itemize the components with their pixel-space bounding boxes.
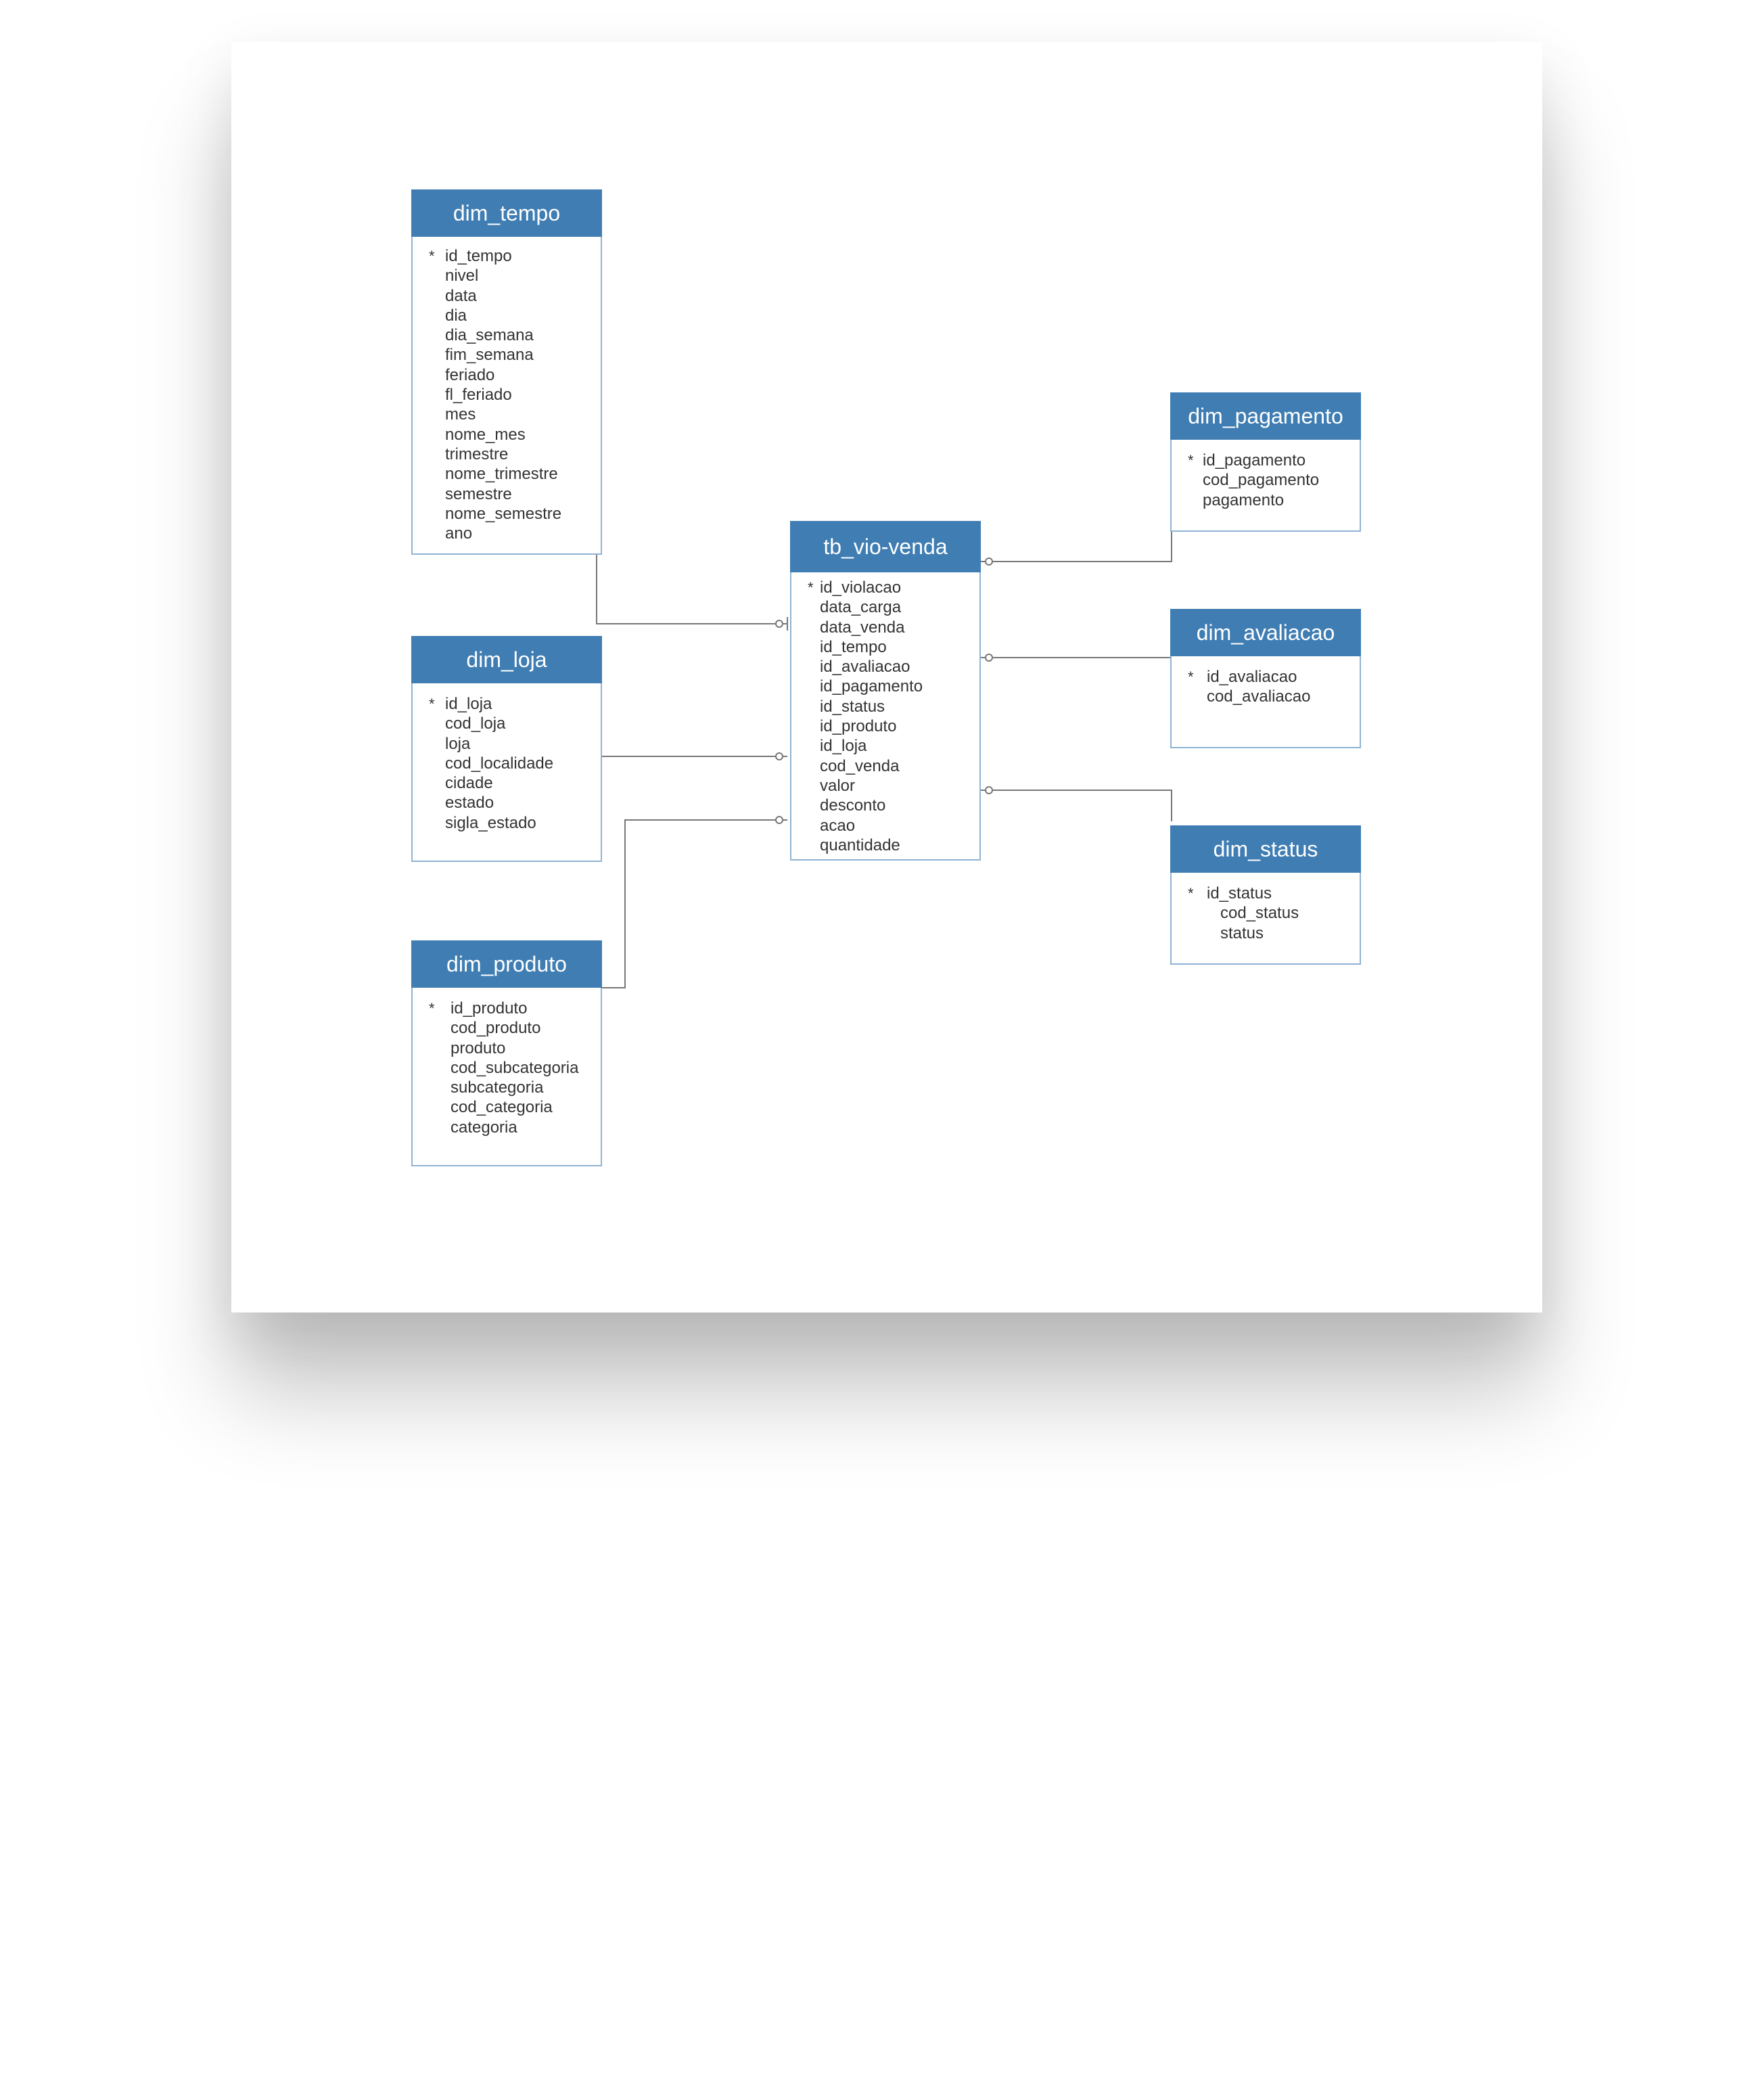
attribute: id_violacao: [820, 578, 902, 597]
link-dim-status-optional: [985, 786, 993, 794]
attribute: nome_mes: [445, 425, 526, 444]
attribute: cidade: [445, 774, 493, 793]
attribute: cod_status: [1220, 904, 1299, 923]
diagram-canvas: dim_tempo * id_tempo nivel data dia dia_…: [231, 42, 1542, 1312]
link-dim-produto-optional: [775, 816, 783, 824]
entity-attributes: * id_violacao data_carga data_venda id_t…: [791, 572, 979, 855]
attribute: id_tempo: [820, 637, 887, 656]
attribute: data_carga: [820, 598, 902, 617]
attribute: id_pagamento: [820, 677, 923, 696]
attribute: cod_subcategoria: [450, 1058, 579, 1077]
attribute: id_status: [820, 697, 885, 716]
entity-title: tb_vio-venda: [790, 521, 981, 572]
attribute: nivel: [445, 267, 479, 286]
attribute: cod_localidade: [445, 754, 554, 773]
attribute: desconto: [820, 796, 886, 815]
attribute: id_produto: [820, 717, 897, 736]
attribute: cod_categoria: [450, 1098, 553, 1117]
entity-attributes: * id_pagamento cod_pagamento pagamento: [1172, 440, 1360, 510]
attribute: cod_produto: [450, 1019, 541, 1038]
link-dim-loja-optional: [775, 752, 783, 760]
attribute: data: [445, 286, 477, 305]
attribute: cod_venda: [820, 756, 900, 775]
attribute: status: [1220, 923, 1264, 942]
attribute: subcategoria: [450, 1078, 544, 1097]
entity-attributes: * id_status cod_status status: [1172, 873, 1360, 943]
entity-title: dim_loja: [411, 636, 602, 683]
attribute: id_pagamento: [1203, 451, 1306, 470]
attribute: id_loja: [445, 695, 492, 713]
attribute: cod_avaliacao: [1207, 687, 1311, 706]
attribute: estado: [445, 794, 494, 813]
attribute: pagamento: [1203, 490, 1285, 509]
attribute: dia: [445, 306, 467, 325]
attribute: ano: [445, 524, 473, 543]
primary-key-marker: *: [429, 695, 435, 712]
attribute: fl_feriado: [445, 386, 512, 405]
link-dim-tempo-optional: [775, 620, 783, 628]
attribute: feriado: [445, 365, 495, 384]
primary-key-marker: *: [1188, 452, 1194, 469]
attribute: id_avaliacao: [820, 658, 910, 677]
entity-title: dim_tempo: [411, 189, 602, 237]
link-dim-pagamento-optional: [985, 557, 993, 566]
attribute: fim_semana: [445, 346, 534, 365]
attribute: nome_semestre: [445, 504, 562, 523]
entity-title: dim_pagamento: [1170, 392, 1361, 440]
primary-key-marker: *: [429, 1000, 435, 1017]
primary-key-marker: *: [808, 579, 814, 596]
link-dim-tempo: [596, 555, 787, 624]
attribute: acao: [820, 816, 856, 835]
link-dim-status: [981, 790, 1172, 821]
primary-key-marker: *: [1188, 668, 1194, 685]
attribute: id_loja: [820, 737, 867, 756]
attribute: data_venda: [820, 618, 905, 637]
entity-title: dim_status: [1170, 825, 1361, 873]
entity-attributes: * id_tempo nivel data dia dia_semana fim…: [413, 237, 601, 543]
entity-attributes: * id_avaliacao cod_avaliacao: [1172, 656, 1360, 707]
attribute: mes: [445, 405, 476, 424]
attribute: id_tempo: [445, 247, 512, 265]
attribute: sigla_estado: [445, 813, 536, 832]
entity-dim-status[interactable]: dim_status * id_status cod_status status: [1170, 825, 1361, 965]
link-dim-pagamento: [981, 529, 1172, 562]
attribute: semestre: [445, 484, 512, 503]
entity-dim-tempo[interactable]: dim_tempo * id_tempo nivel data dia dia_…: [411, 189, 602, 555]
attribute: cod_pagamento: [1203, 471, 1320, 490]
entity-attributes: * id_loja cod_loja loja cod_localidade c…: [413, 683, 601, 833]
attribute: trimestre: [445, 444, 509, 463]
entity-tb-vio-venda[interactable]: tb_vio-venda * id_violacao data_carga da…: [790, 521, 981, 861]
primary-key-marker: *: [429, 248, 435, 265]
attribute: nome_trimestre: [445, 465, 558, 484]
attribute: cod_loja: [445, 714, 506, 733]
attribute: id_status: [1207, 884, 1272, 903]
primary-key-marker: *: [1188, 885, 1194, 902]
attribute: dia_semana: [445, 326, 534, 345]
entity-title: dim_produto: [411, 940, 602, 988]
entity-dim-pagamento[interactable]: dim_pagamento * id_pagamento cod_pagamen…: [1170, 392, 1361, 532]
attribute: loja: [445, 734, 471, 753]
entity-dim-avaliacao[interactable]: dim_avaliacao * id_avaliacao cod_avaliac…: [1170, 609, 1361, 748]
attribute: valor: [820, 776, 856, 795]
entity-attributes: * id_produto cod_produto produto cod_sub…: [413, 988, 601, 1137]
attribute: id_avaliacao: [1207, 668, 1297, 686]
entity-title: dim_avaliacao: [1170, 609, 1361, 656]
attribute: quantidade: [820, 836, 900, 854]
attribute: produto: [450, 1038, 506, 1057]
entity-dim-loja[interactable]: dim_loja * id_loja cod_loja loja cod_loc…: [411, 636, 602, 862]
attribute: categoria: [450, 1118, 517, 1137]
link-dim-avaliacao-optional: [985, 654, 993, 662]
attribute: id_produto: [450, 999, 528, 1018]
link-dim-produto: [602, 819, 787, 988]
entity-dim-produto[interactable]: dim_produto * id_produto cod_produto pro…: [411, 940, 602, 1166]
